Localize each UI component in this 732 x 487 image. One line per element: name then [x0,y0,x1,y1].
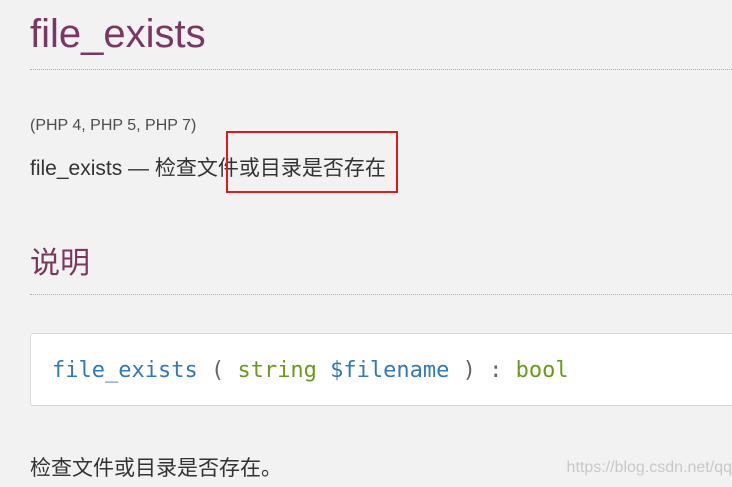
php-version-info: (PHP 4, PHP 5, PHP 7) [30,117,197,134]
watermark: https://blog.csdn.net/qq [566,459,732,476]
synopsis-return-type[interactable]: bool [516,358,569,383]
section-divider [30,294,732,295]
synopsis-param-type[interactable]: string [237,358,316,383]
synopsis-close-paren: ) : [449,358,516,383]
title-divider [30,69,732,70]
method-synopsis: file_exists ( string $filename ) : bool [30,333,732,406]
red-highlight-annotation [226,131,398,193]
synopsis-param-name: $filename [316,358,450,383]
synopsis-function-name[interactable]: file_exists [52,358,198,383]
synopsis-open-paren: ( [197,358,238,383]
page-title: file_exists [30,12,206,56]
description-text: 检查文件或目录是否存在。 [30,457,282,480]
section-title-description: 说明 [30,247,90,280]
